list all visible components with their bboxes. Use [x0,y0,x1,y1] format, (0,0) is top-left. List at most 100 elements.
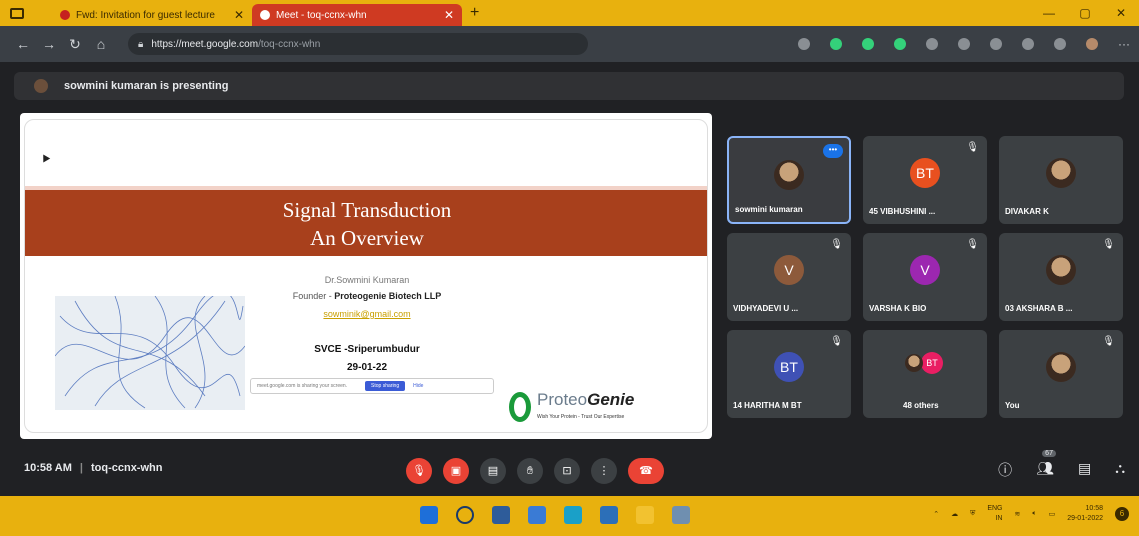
home-button[interactable]: ⌂ [88,36,114,52]
others-tile[interactable]: BT 48 others [863,330,987,418]
participant-tile[interactable]: DIVAKAR K [999,136,1123,224]
participant-avatar: V [774,255,804,285]
close-icon[interactable]: ✕ [234,8,244,22]
widgets-icon[interactable] [528,506,546,524]
meeting-info-icon[interactable]: ⓘ [998,460,1012,480]
participant-tile[interactable]: 🎙︎ 03 AKSHARA B ... [999,233,1123,321]
extensions-icon[interactable] [1054,38,1066,50]
gmail-icon [60,10,70,20]
clock-time: 10:58 [1085,505,1103,512]
settings-icon[interactable] [672,506,690,524]
present-button[interactable]: ⊡ [554,458,580,484]
battery-icon[interactable]: ▭ [1049,510,1056,518]
participant-tile[interactable]: 🎙︎ V VIDHYADEVI U ... [727,233,851,321]
people-icon[interactable]: 👥︎ 67 [1036,450,1056,480]
favorites-icon[interactable] [958,38,970,50]
close-window-button[interactable]: ✕ [1103,0,1139,26]
edge-icon[interactable] [564,506,582,524]
wifi-icon[interactable]: ≋ [1014,510,1020,518]
more-options-icon[interactable]: ••• [823,144,843,158]
more-options-button[interactable]: ⋮ [591,458,617,484]
minimize-button[interactable]: — [1031,0,1067,26]
refresh-extension-icon[interactable] [926,38,938,50]
logo-name-part: Proteo [537,390,588,409]
search-icon[interactable] [456,506,474,524]
participant-name: DIVAKAR K [1005,207,1049,216]
participant-tile[interactable]: 🎙︎ BT 45 VIBHUSHINI ... [863,136,987,224]
slide-title-line: Signal Transduction [282,198,452,222]
url-domain: https://meet.google.com [151,38,259,50]
read-aloud-icon[interactable] [798,38,810,50]
window-icon[interactable] [10,7,24,19]
presentation-view: Signal Transduction An Overview Dr.Sowmi… [20,113,712,439]
file-explorer-icon[interactable] [636,506,654,524]
back-button[interactable]: ← [10,36,36,52]
founder-company: Proteogenie Biotech LLP [334,291,442,301]
clock[interactable]: 10:58 29-01-2022 [1067,504,1103,524]
self-tile[interactable]: 🎙︎ You [999,330,1123,418]
activities-icon[interactable]: ⛬ [1115,460,1125,480]
mic-off-icon: 🎙︎ [966,239,979,250]
founder-prefix: Founder - [292,291,332,301]
participant-name: sowmini kumaran [735,205,803,214]
tab-gmail[interactable]: Fwd: Invitation for guest lecture ✕ [52,4,252,26]
task-view-icon[interactable] [492,506,510,524]
presenter-avatar [34,79,48,93]
extension-icon[interactable] [894,38,906,50]
chat-icon[interactable]: ▤ [1078,460,1091,480]
clock-date: 29-01-2022 [1067,515,1103,522]
new-tab-button[interactable]: + [470,4,479,22]
hide-button[interactable]: Hide [413,383,423,389]
leave-call-button[interactable]: ☎︎ [628,458,664,484]
participant-name: VIDHYADEVI U ... [733,304,799,313]
language-code: ENG [987,505,1003,512]
tab-title: Fwd: Invitation for guest lecture [76,9,215,21]
meet-control-bar: 10:58 AM | toq-ccnx-whn 🎙︎ ▣ ▤ ✋︎ ⊡ ⋮ ☎︎ ⓘ… [0,444,1139,494]
participant-avatar [774,160,804,190]
mail-icon[interactable] [600,506,618,524]
mic-toggle-button[interactable]: 🎙︎ [406,458,432,484]
participant-tile[interactable]: ••• sowmini kumaran [727,136,851,224]
participant-avatar [1046,158,1076,188]
language-indicator[interactable]: ENG IN [987,504,1002,524]
system-tray: ⌃ ☁︎ ⛨ ENG IN ≋ 🔈︎ ▭ 10:58 29-01-2022 6 [933,504,1129,524]
logo-name-part: Genie [587,390,635,409]
show-hidden-icons[interactable]: ⌃ [933,510,939,518]
participant-tile[interactable]: 🎙︎ BT 14 HARITHA M BT [727,330,851,418]
proteogenie-logo: ProteoGenie Wish Your Protein - Trust Ou… [509,388,699,428]
extension-icon[interactable] [862,38,874,50]
side-controls: ⓘ 👥︎ 67 ▤ ⛬ [998,450,1125,480]
mic-off-icon: 🎙︎ [830,336,843,347]
meet-icon [260,10,270,20]
region-code: IN [995,515,1003,522]
onedrive-icon[interactable]: ☁︎ [951,510,958,518]
extension-icon[interactable] [830,38,842,50]
captions-button[interactable]: ▤ [480,458,506,484]
profile-avatar[interactable] [1086,38,1098,50]
notification-badge[interactable]: 6 [1115,507,1129,521]
slide-subtitle-line: An Overview [310,226,424,250]
raise-hand-button[interactable]: ✋︎ [517,458,543,484]
participant-name: VARSHA K BIO [869,304,927,313]
stop-sharing-button[interactable]: Stop sharing [365,381,406,391]
mic-off-icon: 🎙︎ [830,239,843,250]
maximize-button[interactable]: ▢ [1067,0,1103,26]
site-info-icon[interactable]: 🔒︎ [138,39,143,50]
close-icon[interactable]: ✕ [444,8,454,22]
forward-button[interactable]: → [36,36,62,52]
security-icon[interactable]: ⛨ [970,510,975,518]
url-input[interactable]: 🔒︎ https://meet.google.com /toq-ccnx-whn [128,33,588,55]
start-icon[interactable] [420,506,438,524]
browser-tab-strip: Fwd: Invitation for guest lecture ✕ Meet… [0,0,1139,26]
collections-icon[interactable] [990,38,1002,50]
participant-tile[interactable]: 🎙︎ V VARSHA K BIO [863,233,987,321]
downloads-icon[interactable] [1022,38,1034,50]
reload-button[interactable]: ↻ [62,36,88,53]
volume-icon[interactable]: 🔈︎ [1032,510,1036,518]
more-menu-icon[interactable]: ··· [1118,37,1130,51]
windows-taskbar: ⌃ ☁︎ ⛨ ENG IN ≋ 🔈︎ ▭ 10:58 29-01-2022 6 [0,496,1139,536]
address-bar-row: ← → ↻ ⌂ 🔒︎ https://meet.google.com /toq-… [0,26,1139,62]
mic-off-icon: 🎙︎ [1102,239,1115,250]
camera-toggle-button[interactable]: ▣ [443,458,469,484]
tab-meet[interactable]: Meet - toq-ccnx-whn ✕ [252,4,462,26]
